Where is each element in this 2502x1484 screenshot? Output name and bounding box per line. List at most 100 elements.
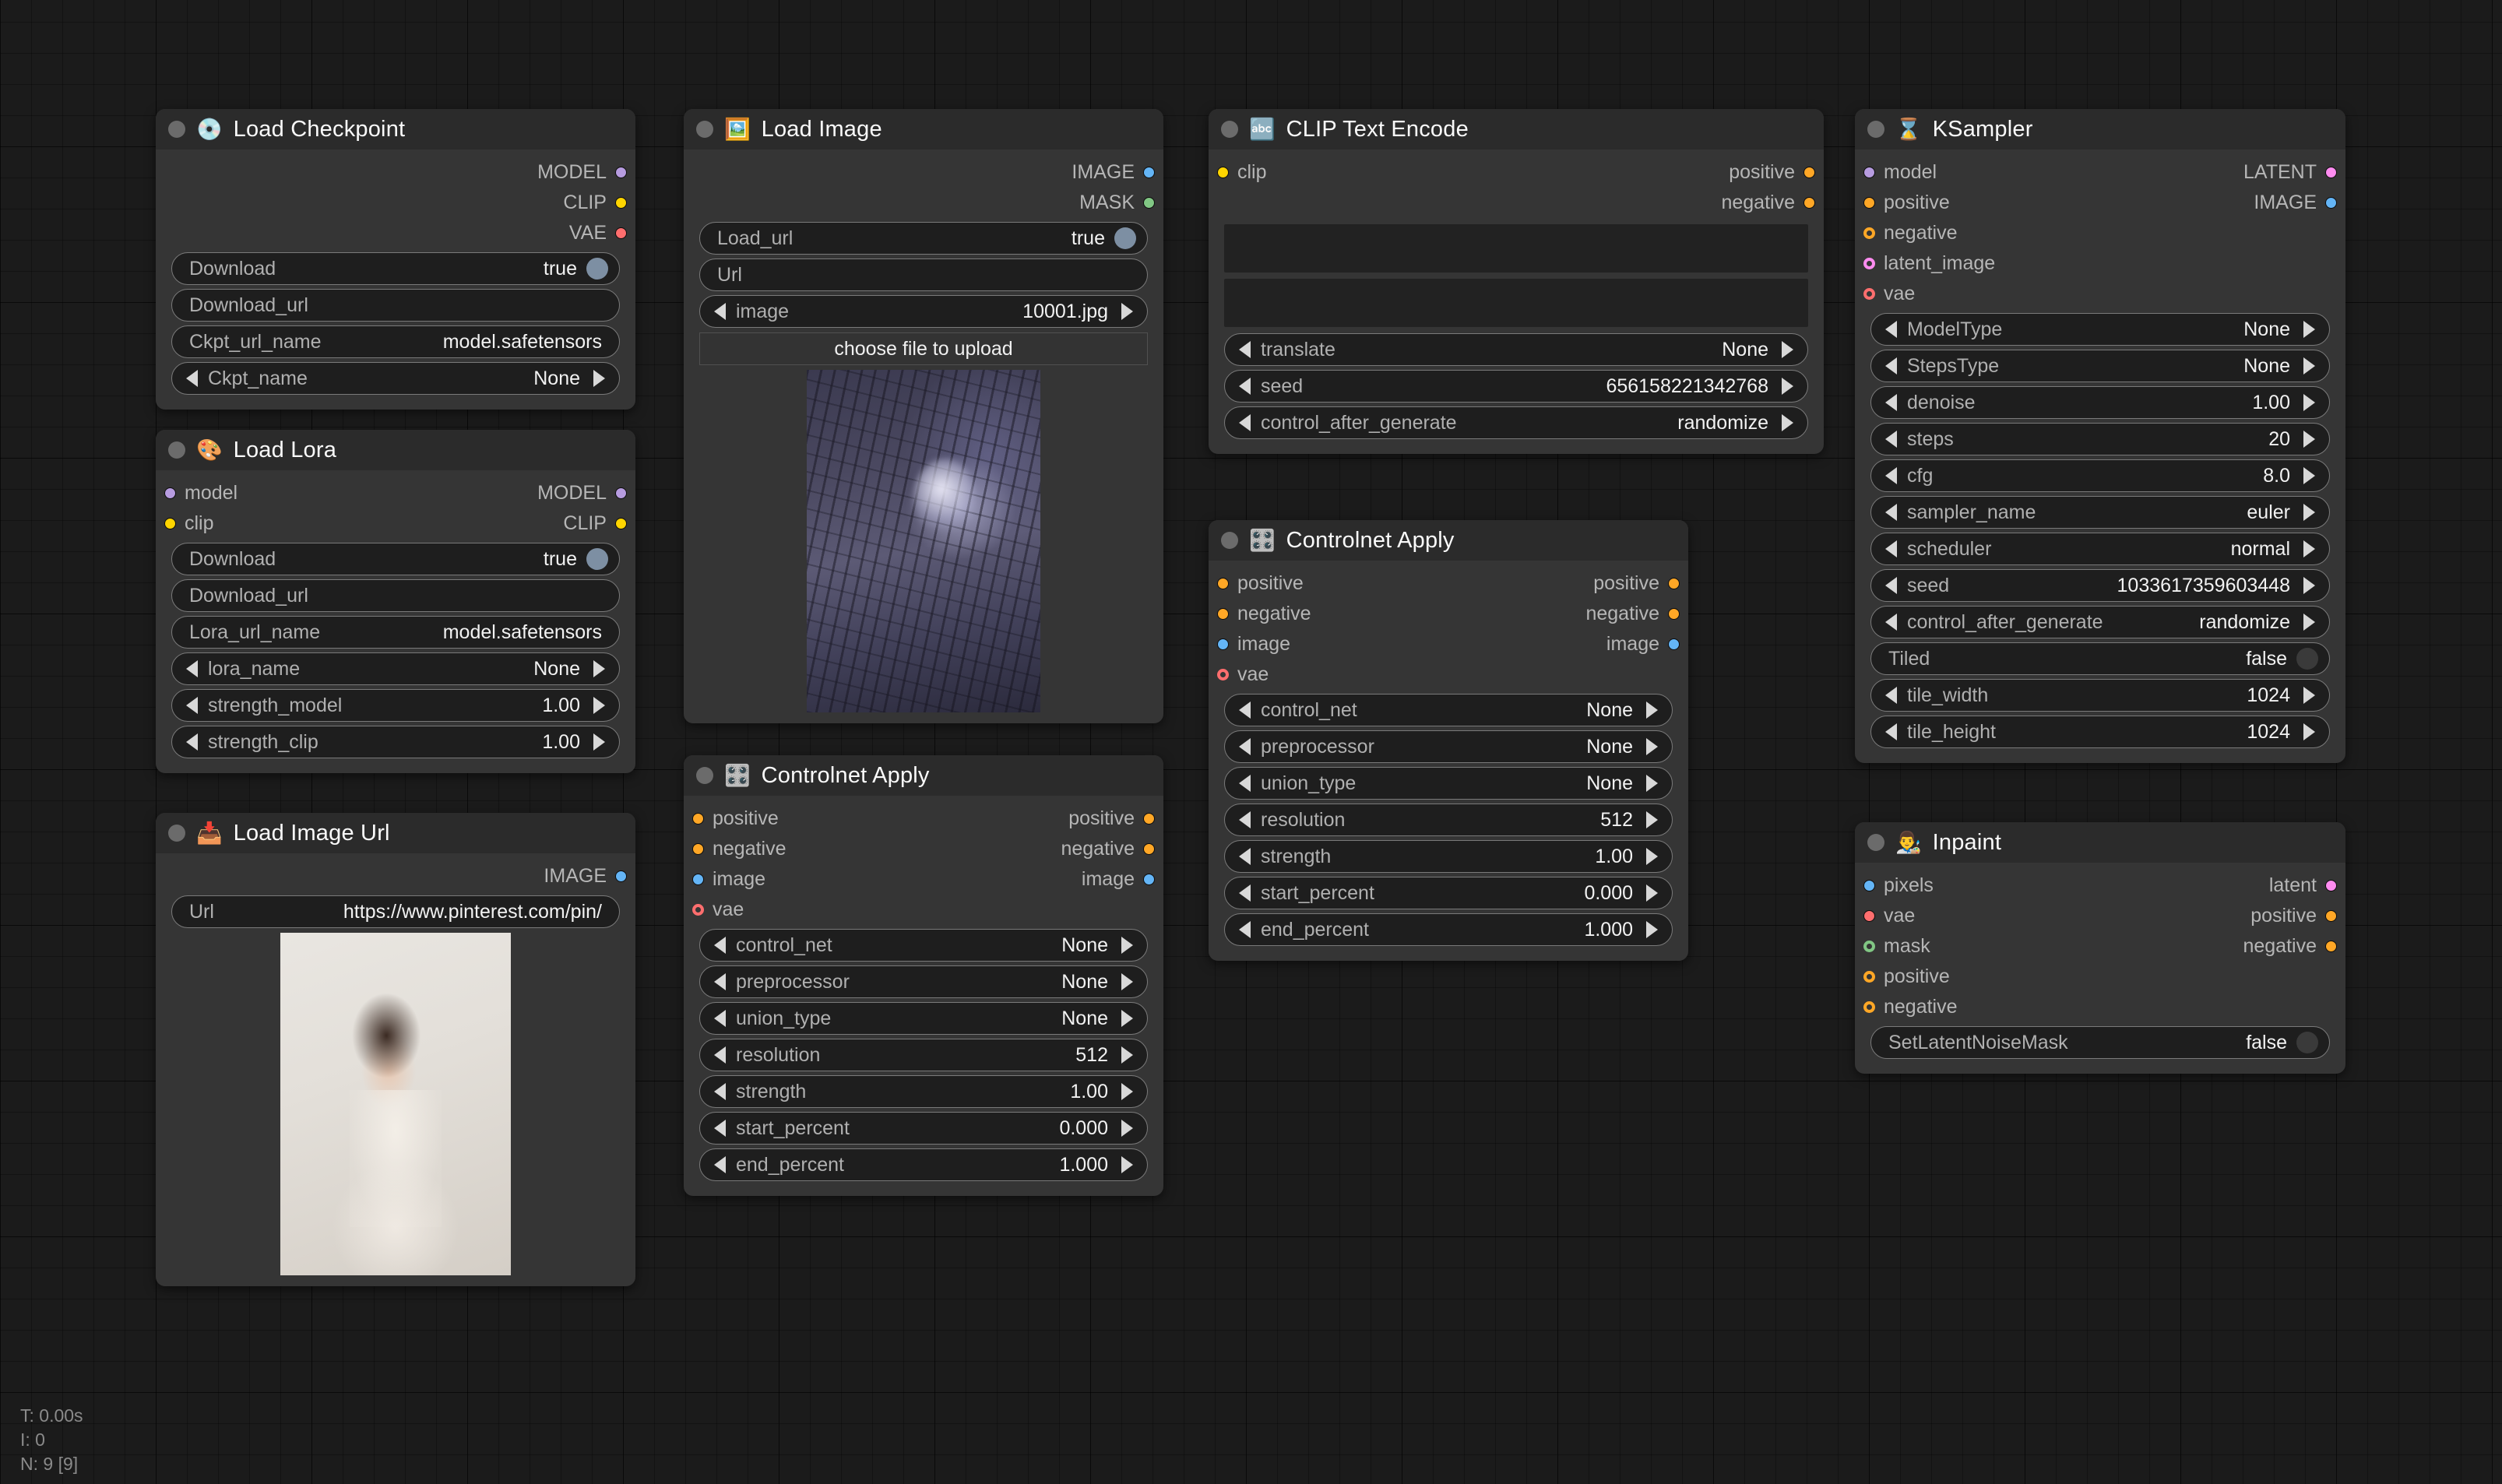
increment-arrow-icon[interactable] xyxy=(1121,937,1133,954)
decrement-arrow-icon[interactable] xyxy=(714,1083,726,1100)
widget-ckpt-name[interactable]: Ckpt_nameNone xyxy=(171,362,620,395)
decrement-arrow-icon[interactable] xyxy=(1885,321,1897,338)
toggle-knob[interactable] xyxy=(2296,648,2318,670)
output-port-MODEL[interactable] xyxy=(615,487,627,499)
input-port-image[interactable] xyxy=(692,874,704,885)
decrement-arrow-icon[interactable] xyxy=(1239,341,1251,358)
toggle-knob[interactable] xyxy=(586,548,608,570)
node-title-bar[interactable]: ⌛KSampler xyxy=(1855,109,2345,149)
output-port-image[interactable] xyxy=(1143,874,1155,885)
collapse-toggle-icon[interactable] xyxy=(696,767,713,784)
widget-download[interactable]: Downloadtrue xyxy=(171,543,620,575)
output-port-negative[interactable] xyxy=(2325,941,2337,952)
input-port-vae[interactable] xyxy=(1863,288,1875,300)
node-inpaint[interactable]: 👨‍🎨Inpaintpixelslatentvaepositivemaskneg… xyxy=(1855,822,2345,1074)
output-port-CLIP[interactable] xyxy=(615,518,627,529)
input-port-negative[interactable] xyxy=(692,843,704,855)
output-port-latent[interactable] xyxy=(2325,880,2337,891)
output-port-IMAGE[interactable] xyxy=(1143,167,1155,178)
increment-arrow-icon[interactable] xyxy=(1121,303,1133,320)
increment-arrow-icon[interactable] xyxy=(2303,431,2315,448)
increment-arrow-icon[interactable] xyxy=(1121,1120,1133,1137)
decrement-arrow-icon[interactable] xyxy=(1885,431,1897,448)
input-port-clip[interactable] xyxy=(1217,167,1229,178)
widget-sampler-name[interactable]: sampler_nameeuler xyxy=(1870,496,2330,529)
decrement-arrow-icon[interactable] xyxy=(714,303,726,320)
node-load-checkpoint[interactable]: 💿Load CheckpointMODELCLIPVAEDownloadtrue… xyxy=(156,109,635,410)
widget-resolution[interactable]: resolution512 xyxy=(1224,804,1673,836)
output-port-LATENT[interactable] xyxy=(2325,167,2337,178)
prompt-textarea-negative[interactable] xyxy=(1224,279,1808,327)
node-controlnet-apply-a[interactable]: 🎛️Controlnet Applypositivepositivenegati… xyxy=(1209,520,1688,961)
increment-arrow-icon[interactable] xyxy=(593,733,605,751)
node-title-bar[interactable]: 🔤CLIP Text Encode xyxy=(1209,109,1824,149)
decrement-arrow-icon[interactable] xyxy=(1239,775,1251,792)
widget-url[interactable]: Url xyxy=(699,258,1148,291)
widget-strength[interactable]: strength1.00 xyxy=(1224,840,1673,873)
decrement-arrow-icon[interactable] xyxy=(186,697,198,714)
widget-end-percent[interactable]: end_percent1.000 xyxy=(1224,913,1673,946)
increment-arrow-icon[interactable] xyxy=(2303,321,2315,338)
widget-stepstype[interactable]: StepsTypeNone xyxy=(1870,350,2330,382)
input-port-negative[interactable] xyxy=(1863,227,1875,239)
widget-download[interactable]: Downloadtrue xyxy=(171,252,620,285)
node-title-bar[interactable]: 📥Load Image Url xyxy=(156,813,635,853)
collapse-toggle-icon[interactable] xyxy=(696,121,713,138)
output-port-image[interactable] xyxy=(1668,638,1680,650)
input-port-positive[interactable] xyxy=(1863,971,1875,983)
decrement-arrow-icon[interactable] xyxy=(714,1120,726,1137)
collapse-toggle-icon[interactable] xyxy=(1867,834,1884,851)
output-port-positive[interactable] xyxy=(1803,167,1815,178)
input-port-model[interactable] xyxy=(164,487,176,499)
widget-strength-clip[interactable]: strength_clip1.00 xyxy=(171,726,620,758)
increment-arrow-icon[interactable] xyxy=(1646,848,1658,865)
input-port-clip[interactable] xyxy=(164,518,176,529)
collapse-toggle-icon[interactable] xyxy=(168,121,185,138)
node-clip-text-encode[interactable]: 🔤CLIP Text Encodeclippositivenegativetra… xyxy=(1209,109,1824,454)
toggle-knob[interactable] xyxy=(586,258,608,280)
node-ksampler[interactable]: ⌛KSamplermodelLATENTpositiveIMAGEnegativ… xyxy=(1855,109,2345,763)
widget-control-after-generate[interactable]: control_after_generaterandomize xyxy=(1224,406,1808,439)
widget-lora-url-name[interactable]: Lora_url_namemodel.safetensors xyxy=(171,616,620,649)
node-title-bar[interactable]: 🎛️Controlnet Apply xyxy=(1209,520,1688,561)
output-port-IMAGE[interactable] xyxy=(615,870,627,882)
increment-arrow-icon[interactable] xyxy=(1646,775,1658,792)
decrement-arrow-icon[interactable] xyxy=(1885,540,1897,557)
increment-arrow-icon[interactable] xyxy=(2303,394,2315,411)
widget-cfg[interactable]: cfg8.0 xyxy=(1870,459,2330,492)
node-load-image-url[interactable]: 📥Load Image UrlIMAGEUrlhttps://www.pinte… xyxy=(156,813,635,1286)
widget-control-net[interactable]: control_netNone xyxy=(1224,694,1673,726)
input-port-positive[interactable] xyxy=(1863,197,1875,209)
decrement-arrow-icon[interactable] xyxy=(1885,467,1897,484)
image-preview-thumbnail[interactable] xyxy=(807,370,1040,712)
node-title-bar[interactable]: 💿Load Checkpoint xyxy=(156,109,635,149)
decrement-arrow-icon[interactable] xyxy=(1885,577,1897,594)
decrement-arrow-icon[interactable] xyxy=(1239,884,1251,902)
increment-arrow-icon[interactable] xyxy=(2303,723,2315,740)
collapse-toggle-icon[interactable] xyxy=(1221,121,1238,138)
widget-end-percent[interactable]: end_percent1.000 xyxy=(699,1148,1148,1181)
input-port-positive[interactable] xyxy=(1217,578,1229,589)
widget-strength[interactable]: strength1.00 xyxy=(699,1075,1148,1108)
widget-tile-width[interactable]: tile_width1024 xyxy=(1870,679,2330,712)
decrement-arrow-icon[interactable] xyxy=(1239,378,1251,395)
output-port-IMAGE[interactable] xyxy=(2325,197,2337,209)
node-graph-canvas[interactable]: 💿Load CheckpointMODELCLIPVAEDownloadtrue… xyxy=(0,0,2502,1484)
output-port-VAE[interactable] xyxy=(615,227,627,239)
increment-arrow-icon[interactable] xyxy=(2303,577,2315,594)
increment-arrow-icon[interactable] xyxy=(1646,702,1658,719)
output-port-CLIP[interactable] xyxy=(615,197,627,209)
output-port-negative[interactable] xyxy=(1143,843,1155,855)
toggle-knob[interactable] xyxy=(1114,227,1136,249)
widget-url[interactable]: Urlhttps://www.pinterest.com/pin/ xyxy=(171,895,620,928)
output-port-positive[interactable] xyxy=(2325,910,2337,922)
node-load-lora[interactable]: 🎨Load LoramodelMODELclipCLIPDownloadtrue… xyxy=(156,430,635,773)
widget-image[interactable]: image10001.jpg xyxy=(699,295,1148,328)
increment-arrow-icon[interactable] xyxy=(2303,357,2315,375)
output-port-MASK[interactable] xyxy=(1143,197,1155,209)
decrement-arrow-icon[interactable] xyxy=(1885,504,1897,521)
decrement-arrow-icon[interactable] xyxy=(1885,357,1897,375)
decrement-arrow-icon[interactable] xyxy=(714,1010,726,1027)
widget-start-percent[interactable]: start_percent0.000 xyxy=(699,1112,1148,1145)
decrement-arrow-icon[interactable] xyxy=(714,1156,726,1173)
